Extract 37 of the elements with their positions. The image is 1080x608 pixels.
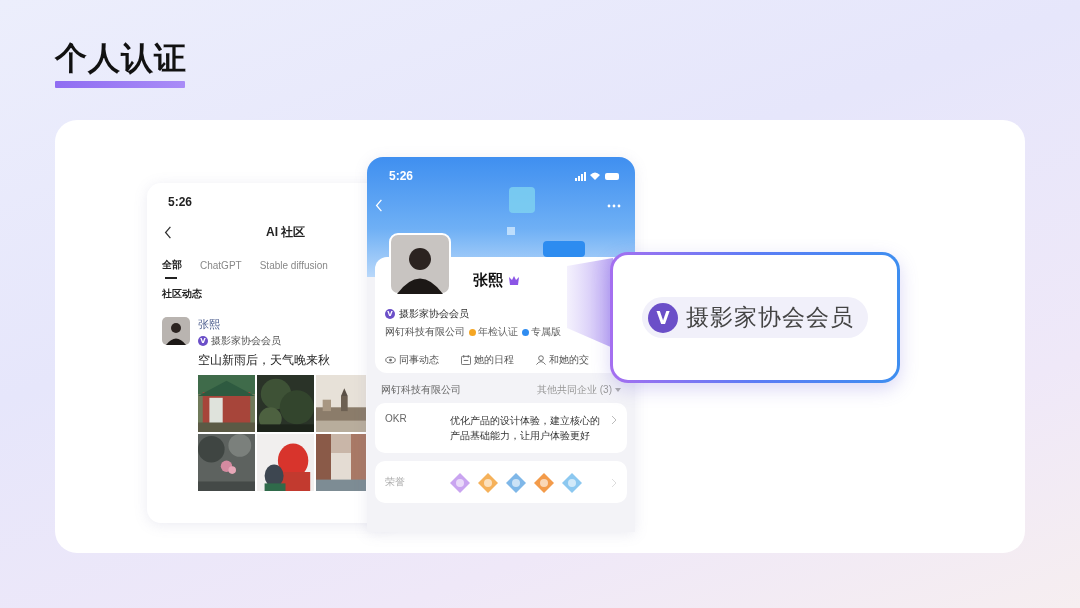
back-icon[interactable] (164, 226, 172, 239)
caret-icon (615, 388, 621, 392)
page-title: 个人认证 (55, 39, 187, 78)
status-icons (575, 171, 621, 181)
verified-badge: V (648, 302, 678, 333)
status-time: 5:26 (389, 169, 414, 183)
calendar-icon (461, 355, 471, 365)
avatar (162, 317, 190, 345)
more-icon[interactable] (607, 203, 621, 208)
post-text: 空山新雨后，天气晚来秋 (198, 352, 330, 369)
profile-name: 张熙 (473, 270, 503, 290)
action-link[interactable]: 她的日程 (461, 353, 514, 367)
okr-card[interactable]: OKR 优化产品的设计体验，建立核心的产品基础能力，让用户体验更好 (375, 403, 627, 453)
eye-icon (385, 356, 396, 364)
author-name[interactable]: 张熙 (198, 317, 220, 332)
category-tab[interactable]: Stable diffusion (259, 258, 328, 279)
status-time: 5:26 (167, 195, 193, 209)
crown-icon (508, 274, 520, 286)
section-heading: 社区动态 (162, 287, 203, 301)
action-link[interactable]: 和她的交 (536, 353, 589, 367)
tag-label: 年检认证 (478, 325, 518, 339)
category-tab[interactable]: 全部 (162, 258, 182, 279)
screen-title: AI 社区 (266, 224, 306, 241)
org-name: 网钉科技有限公司 (381, 383, 461, 397)
chevron-icon (611, 478, 617, 488)
chevron-icon (611, 415, 617, 425)
tag-label: 专属版 (531, 325, 561, 339)
person-icon (536, 355, 546, 365)
badge-label: 摄影家协会会员 (686, 303, 854, 332)
badge-label: 摄影家协会会员 (399, 307, 469, 321)
okr-text: 优化产品的设计体验，建立核心的产品基础能力，让用户体验更好 (450, 414, 600, 443)
category-tab[interactable]: ChatGPT (200, 258, 242, 279)
okr-label: OKR (385, 413, 408, 424)
honor-label: 荣誉 (385, 475, 406, 489)
badge-label: 摄影家协会会员 (211, 334, 281, 348)
action-link[interactable]: 同事动态 (385, 353, 439, 367)
company-name: 网钉科技有限公司 (385, 325, 465, 339)
